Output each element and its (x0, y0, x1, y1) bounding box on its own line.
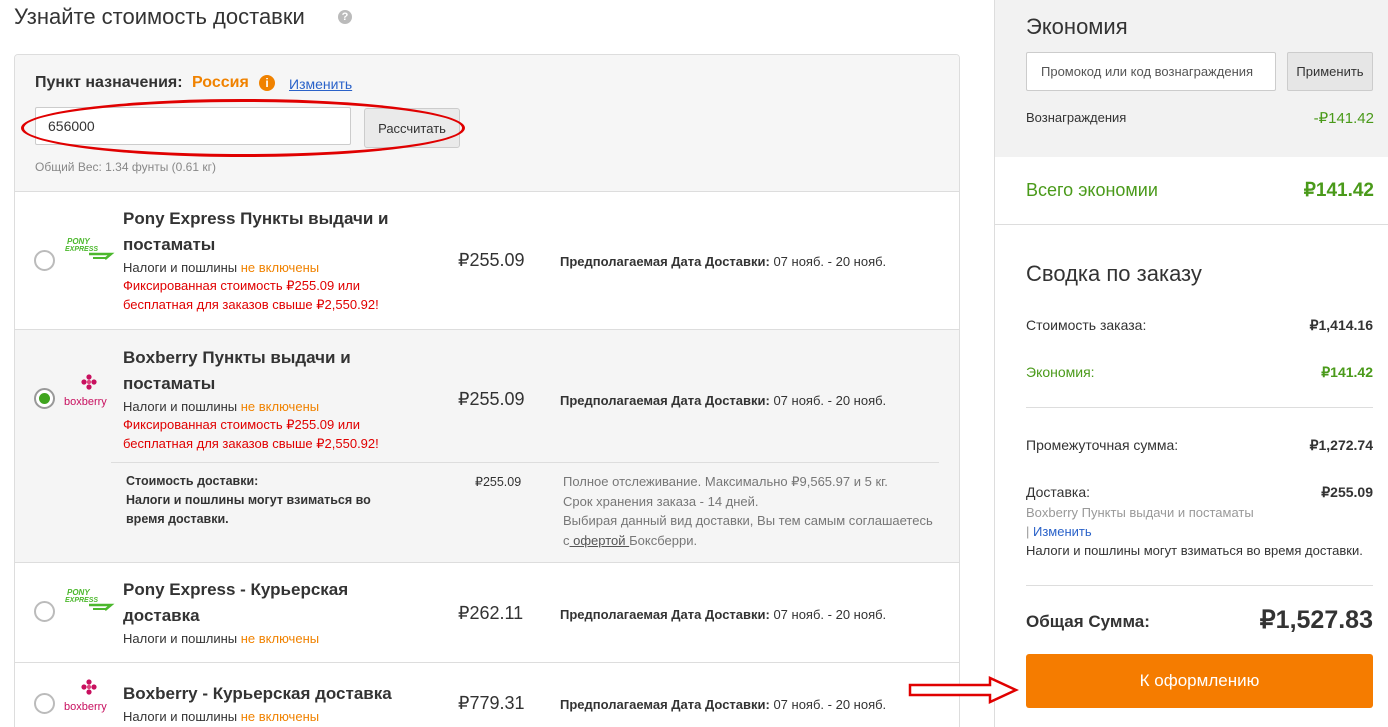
option-tax-note: Налоги и пошлины не включены (123, 631, 320, 646)
total-savings-label: Всего экономии (1026, 180, 1158, 200)
svg-text:PONY: PONY (67, 237, 90, 246)
order-sidebar: Экономия Применить Вознаграждения -₽141.… (994, 0, 1388, 727)
destination-label: Пункт назначения: (35, 74, 183, 91)
subtotal-value: ₽1,272.74 (1309, 437, 1373, 453)
total-savings-value: ₽141.42 (1303, 180, 1374, 201)
option-name: Pony Express - Курьерская доставка (123, 580, 349, 625)
shipping-tax-note: Налоги и пошлины могут взиматься во врем… (1026, 543, 1363, 558)
option-name: Boxberry - Курьерская доставка (123, 684, 392, 703)
option-promo: Фиксированная стоимость ₽255.09 или бесп… (123, 417, 379, 451)
option-delivery-date: Предполагаемая Дата Доставки: 07 нояб. -… (560, 697, 887, 712)
rewards-value: -₽141.42 (1313, 110, 1374, 127)
detail-cost-info: Стоимость доставки: Налоги и пошлины мог… (126, 474, 371, 526)
order-cost-label: Стоимость заказа: (1026, 317, 1147, 333)
svg-text:boxberry: boxberry (64, 396, 107, 408)
change-shipping-link[interactable]: Изменить (1033, 524, 1092, 539)
boxberry-logo-icon: boxberry (64, 374, 107, 408)
order-summary-title: Сводка по заказу (1026, 261, 1202, 286)
option-delivery-date: Предполагаемая Дата Доставки: 07 нояб. -… (560, 607, 887, 622)
shipping-option-boxberry-courier[interactable]: boxberry Boxberry - Курьерская доставка … (15, 663, 959, 727)
shipping-calculator: Узнайте стоимость доставки ? Пункт назна… (0, 0, 990, 727)
shipping-label: Доставка: (1026, 484, 1091, 500)
boxberry-logo-icon: boxberry (64, 679, 107, 713)
page-title: Узнайте стоимость доставки (14, 4, 305, 29)
help-icon[interactable]: ? (338, 10, 352, 24)
option-tax-note: Налоги и пошлины не включены (123, 399, 320, 414)
savings-title: Экономия (1026, 14, 1128, 39)
change-destination-link[interactable]: Изменить (289, 76, 352, 92)
shipping-option-boxberry-pickup[interactable]: boxberry Boxberry Пункты выдачи и постам… (15, 330, 959, 563)
radio-button-selected[interactable] (34, 388, 55, 409)
summary-savings-label: Экономия: (1026, 364, 1095, 380)
detail-cost-value: ₽255.09 (475, 475, 522, 489)
shipping-value: ₽255.09 (1321, 484, 1373, 500)
option-name: Pony Express Пункты выдачи и постаматы (123, 209, 389, 254)
radio-button[interactable] (34, 693, 55, 714)
divider (1026, 585, 1373, 586)
rewards-label: Вознаграждения (1026, 110, 1127, 125)
option-tax-note: Налоги и пошлины не включены (123, 260, 320, 275)
detail-description: Полное отслеживание. Максимально ₽9,565.… (563, 474, 933, 548)
radio-button[interactable] (34, 601, 55, 622)
option-promo: Фиксированная стоимость ₽255.09 или бесп… (123, 278, 379, 312)
shipping-method: Boxberry Пункты выдачи и постаматы (1026, 505, 1254, 520)
option-name: Boxberry Пункты выдачи и постаматы (123, 348, 351, 393)
option-price: ₽255.09 (458, 250, 525, 270)
apply-promo-button[interactable]: Применить (1287, 52, 1373, 91)
grand-total-label: Общая Сумма: (1026, 612, 1150, 631)
subtotal-label: Промежуточная сумма: (1026, 437, 1179, 453)
order-cost-value: ₽1,414.16 (1309, 317, 1373, 333)
summary-savings-value: ₽141.42 (1321, 364, 1373, 380)
svg-text:boxberry: boxberry (64, 701, 107, 713)
offer-link[interactable]: офертой (570, 533, 630, 548)
option-price: ₽255.09 (458, 389, 525, 409)
shipping-option-pony-courier[interactable]: PONY EXPRESS Pony Express - Курьерская д… (15, 563, 959, 663)
option-delivery-date: Предполагаемая Дата Доставки: 07 нояб. -… (560, 254, 887, 269)
promo-code-input[interactable] (1026, 52, 1276, 91)
grand-total-value: ₽1,527.83 (1259, 606, 1373, 634)
total-savings-block: Всего экономии ₽141.42 (995, 157, 1388, 225)
radio-button[interactable] (34, 250, 55, 271)
detail-separator (111, 462, 939, 463)
total-weight: Общий Вес: 1.34 фунты (0.61 кг) (35, 160, 216, 174)
zip-code-input[interactable] (35, 107, 351, 145)
pony-express-logo-icon: PONY EXPRESS (65, 588, 115, 611)
option-price: ₽779.31 (458, 693, 525, 713)
option-delivery-date: Предполагаемая Дата Доставки: 07 нояб. -… (560, 393, 887, 408)
shipping-change: | Изменить (1026, 524, 1092, 539)
divider (1026, 407, 1373, 408)
svg-text:EXPRESS: EXPRESS (65, 246, 98, 253)
svg-text:EXPRESS: EXPRESS (65, 597, 98, 604)
destination-area: Пункт назначения: Россия i Изменить Расс… (15, 55, 959, 192)
shipping-panel: Пункт назначения: Россия i Изменить Расс… (14, 54, 960, 727)
option-price: ₽262.11 (458, 603, 524, 623)
savings-block: Экономия Применить Вознаграждения -₽141.… (995, 0, 1388, 157)
info-icon[interactable]: i (259, 75, 275, 91)
option-tax-note: Налоги и пошлины не включены (123, 709, 320, 724)
calculate-button[interactable]: Рассчитать (364, 108, 460, 148)
destination-country: Россия (192, 74, 249, 91)
shipping-option-pony-pickup[interactable]: PONY EXPRESS Pony Express Пункты выдачи … (15, 192, 959, 330)
svg-text:PONY: PONY (67, 588, 90, 597)
pony-express-logo-icon: PONY EXPRESS (65, 237, 115, 260)
checkout-button[interactable]: К оформлению (1026, 654, 1373, 708)
